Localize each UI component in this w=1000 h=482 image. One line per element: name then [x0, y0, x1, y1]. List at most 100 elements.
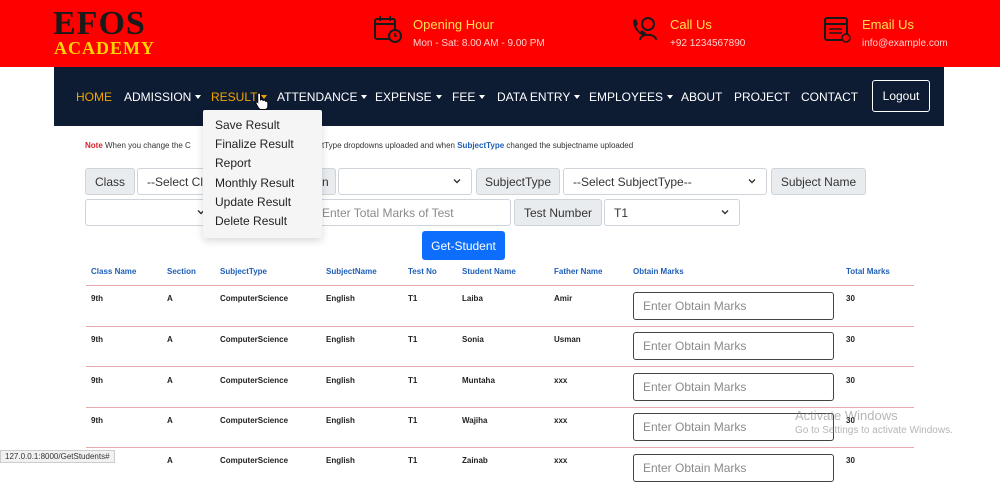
obtain-marks-input[interactable]: Enter Obtain Marks	[633, 292, 834, 320]
test-number-select[interactable]: T1	[604, 199, 740, 226]
cell-total-marks: 30	[846, 294, 855, 303]
obtain-marks-input[interactable]: Enter Obtain Marks	[633, 373, 834, 401]
cell-subjecttype: ComputerScience	[220, 456, 289, 465]
cell-class: 9th	[91, 416, 103, 425]
caret-down-icon	[574, 95, 581, 99]
link-status-bar: 127.0.0.1:8000/GetStudents#	[0, 450, 115, 463]
nav-data-entry[interactable]: DATA ENTRY	[497, 90, 581, 104]
cell-class: 9th	[91, 335, 103, 344]
caret-down-icon	[361, 95, 368, 99]
logout-button[interactable]: Logout	[872, 80, 930, 112]
nav-home[interactable]: HOME	[76, 90, 112, 104]
note-label: Note	[85, 141, 103, 150]
cell-total-marks: 30	[846, 376, 855, 385]
nav-data-entry-label: DATA ENTRY	[497, 90, 571, 104]
row-divider	[86, 407, 914, 408]
opening-hour-detail: Mon - Sat: 8.00 AM - 9.00 PM	[413, 38, 545, 49]
calendar-clock-icon	[374, 16, 402, 43]
nav-contact[interactable]: CONTACT	[801, 90, 858, 104]
cell-student-name: Sonia	[462, 335, 484, 344]
nav-admission[interactable]: ADMISSION	[124, 90, 202, 104]
subjectname-select[interactable]	[85, 199, 205, 226]
nav-expense[interactable]: EXPENSE	[375, 90, 442, 104]
get-student-button[interactable]: Get-Student	[422, 231, 505, 260]
class-label: Class	[85, 168, 135, 195]
logo-line1: EFOS	[53, 5, 146, 42]
th-total-marks: Total Marks	[846, 267, 890, 276]
menu-monthly-result[interactable]: Monthly Result	[215, 176, 294, 190]
email-us-title: Email Us	[862, 17, 915, 32]
note-subjecttype: SubjectType	[457, 141, 505, 150]
call-us-info: Call Us +92 1234567890	[630, 14, 745, 51]
obtain-marks-placeholder: Enter Obtain Marks	[643, 420, 747, 434]
cell-subjecttype: ComputerScience	[220, 376, 289, 385]
row-divider	[86, 447, 914, 448]
note-text-b: tType dropdowns uploaded and when	[322, 141, 458, 150]
th-class-name: Class Name	[91, 267, 137, 276]
menu-save-result[interactable]: Save Result	[215, 118, 280, 132]
cell-class: 9th	[91, 376, 103, 385]
total-marks-input[interactable]: Enter Total Marks of Test	[322, 199, 511, 226]
cell-father-name: xxx	[554, 456, 568, 465]
cell-subjectname: English	[326, 416, 355, 425]
caret-down-icon	[195, 95, 202, 99]
th-subjecttype: SubjectType	[220, 267, 267, 276]
row-divider	[86, 326, 914, 327]
nav-project[interactable]: PROJECT	[734, 90, 790, 104]
class-select[interactable]: --Select Cl	[137, 168, 203, 195]
cell-section: A	[167, 335, 173, 344]
nav-employees[interactable]: EMPLOYEES	[589, 90, 674, 104]
cell-total-marks: 30	[846, 456, 855, 465]
nav-attendance-label: ATTENDANCE	[277, 90, 358, 104]
th-obtain-marks: Obtain Marks	[633, 267, 684, 276]
subjecttype-select[interactable]: --Select SubjectType--	[563, 168, 767, 195]
chevron-down-icon	[721, 210, 729, 215]
email-us-info: Email Us info@example.com	[822, 14, 948, 51]
menu-delete-result[interactable]: Delete Result	[215, 214, 287, 228]
obtain-marks-placeholder: Enter Obtain Marks	[643, 380, 747, 394]
row-divider	[86, 366, 914, 367]
subjectname-label: Subject Name	[771, 168, 866, 195]
cell-subjecttype: ComputerScience	[220, 294, 289, 303]
cell-father-name: xxx	[554, 416, 568, 425]
opening-hour-info: Opening Hour Mon - Sat: 8.00 AM - 9.00 P…	[373, 14, 545, 51]
th-test-no: Test No	[408, 267, 437, 276]
opening-hour-title: Opening Hour	[413, 17, 494, 32]
caret-down-icon	[479, 95, 486, 99]
th-student-name: Student Name	[462, 267, 516, 276]
call-us-detail[interactable]: +92 1234567890	[670, 37, 745, 51]
note-text-cont: tType dropdowns uploaded and when Subjec…	[322, 141, 633, 150]
top-header: EFOS ACADEMY Opening Hour Mon - Sat: 8.0…	[0, 0, 1000, 67]
cell-student-name: Muntaha	[462, 376, 495, 385]
cell-section: A	[167, 416, 173, 425]
th-section: Section	[167, 267, 196, 276]
menu-update-result[interactable]: Update Result	[215, 195, 291, 209]
nav-fee[interactable]: FEE	[452, 90, 486, 104]
cell-test-no: T1	[408, 294, 418, 303]
nav-about[interactable]: ABOUT	[681, 90, 722, 104]
watermark-subtitle: Go to Settings to activate Windows.	[795, 425, 953, 436]
menu-report[interactable]: Report	[215, 156, 251, 170]
cell-class: 9th	[91, 294, 103, 303]
class-select-value: --Select Cl	[147, 174, 204, 189]
cell-father-name: Usman	[554, 335, 581, 344]
logo-line2: ACADEMY	[54, 38, 155, 58]
obtain-marks-placeholder: Enter Obtain Marks	[643, 461, 747, 475]
section-select[interactable]	[338, 168, 472, 195]
obtain-marks-input[interactable]: Enter Obtain Marks	[633, 332, 834, 360]
nav-expense-label: EXPENSE	[375, 90, 432, 104]
nav-result-label: RESULT	[211, 90, 258, 104]
obtain-marks-input[interactable]: Enter Obtain Marks	[633, 454, 834, 482]
cell-subjectname: English	[326, 376, 355, 385]
nav-employees-label: EMPLOYEES	[589, 90, 664, 104]
academy-logo[interactable]: EFOS ACADEMY	[53, 5, 155, 58]
main-navbar: HOME ADMISSION RESULT ATTENDANCE EXPENSE…	[54, 67, 944, 126]
email-us-detail[interactable]: info@example.com	[862, 37, 948, 51]
caret-down-icon	[667, 95, 674, 99]
nav-attendance[interactable]: ATTENDANCE	[277, 90, 368, 104]
cell-student-name: Wajiha	[462, 416, 488, 425]
menu-finalize-result[interactable]: Finalize Result	[215, 137, 294, 151]
note-text-c: changed the subjectname uploaded	[504, 141, 634, 150]
hand-cursor-icon	[255, 92, 269, 110]
total-marks-placeholder: Enter Total Marks of Test	[322, 205, 454, 220]
